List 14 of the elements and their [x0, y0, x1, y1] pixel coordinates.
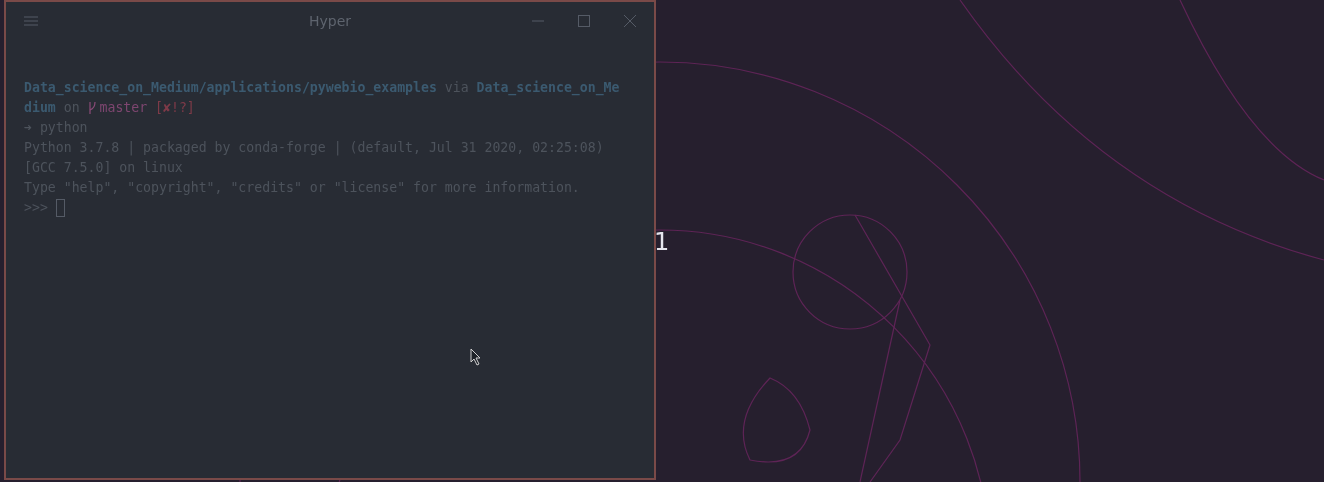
text-cursor: [55, 199, 65, 217]
menu-icon[interactable]: [24, 15, 38, 27]
terminal-text: >>>: [24, 199, 49, 217]
workspace-number: 1: [654, 228, 670, 256]
close-icon[interactable]: [624, 15, 636, 27]
git-branch: master: [99, 99, 149, 117]
maximize-icon[interactable]: [578, 15, 590, 27]
mouse-pointer-icon: [470, 348, 482, 366]
directory-path: Data_science_on_Me: [476, 79, 620, 98]
directory-path: Data_science_on_Medium/applications/pywebio_examples: [24, 79, 437, 98]
window-title: Hyper: [307, 13, 353, 29]
git-status: [✘!?]: [155, 99, 195, 117]
directory-path: dium: [24, 99, 56, 117]
git-branch-icon: [87, 101, 96, 115]
